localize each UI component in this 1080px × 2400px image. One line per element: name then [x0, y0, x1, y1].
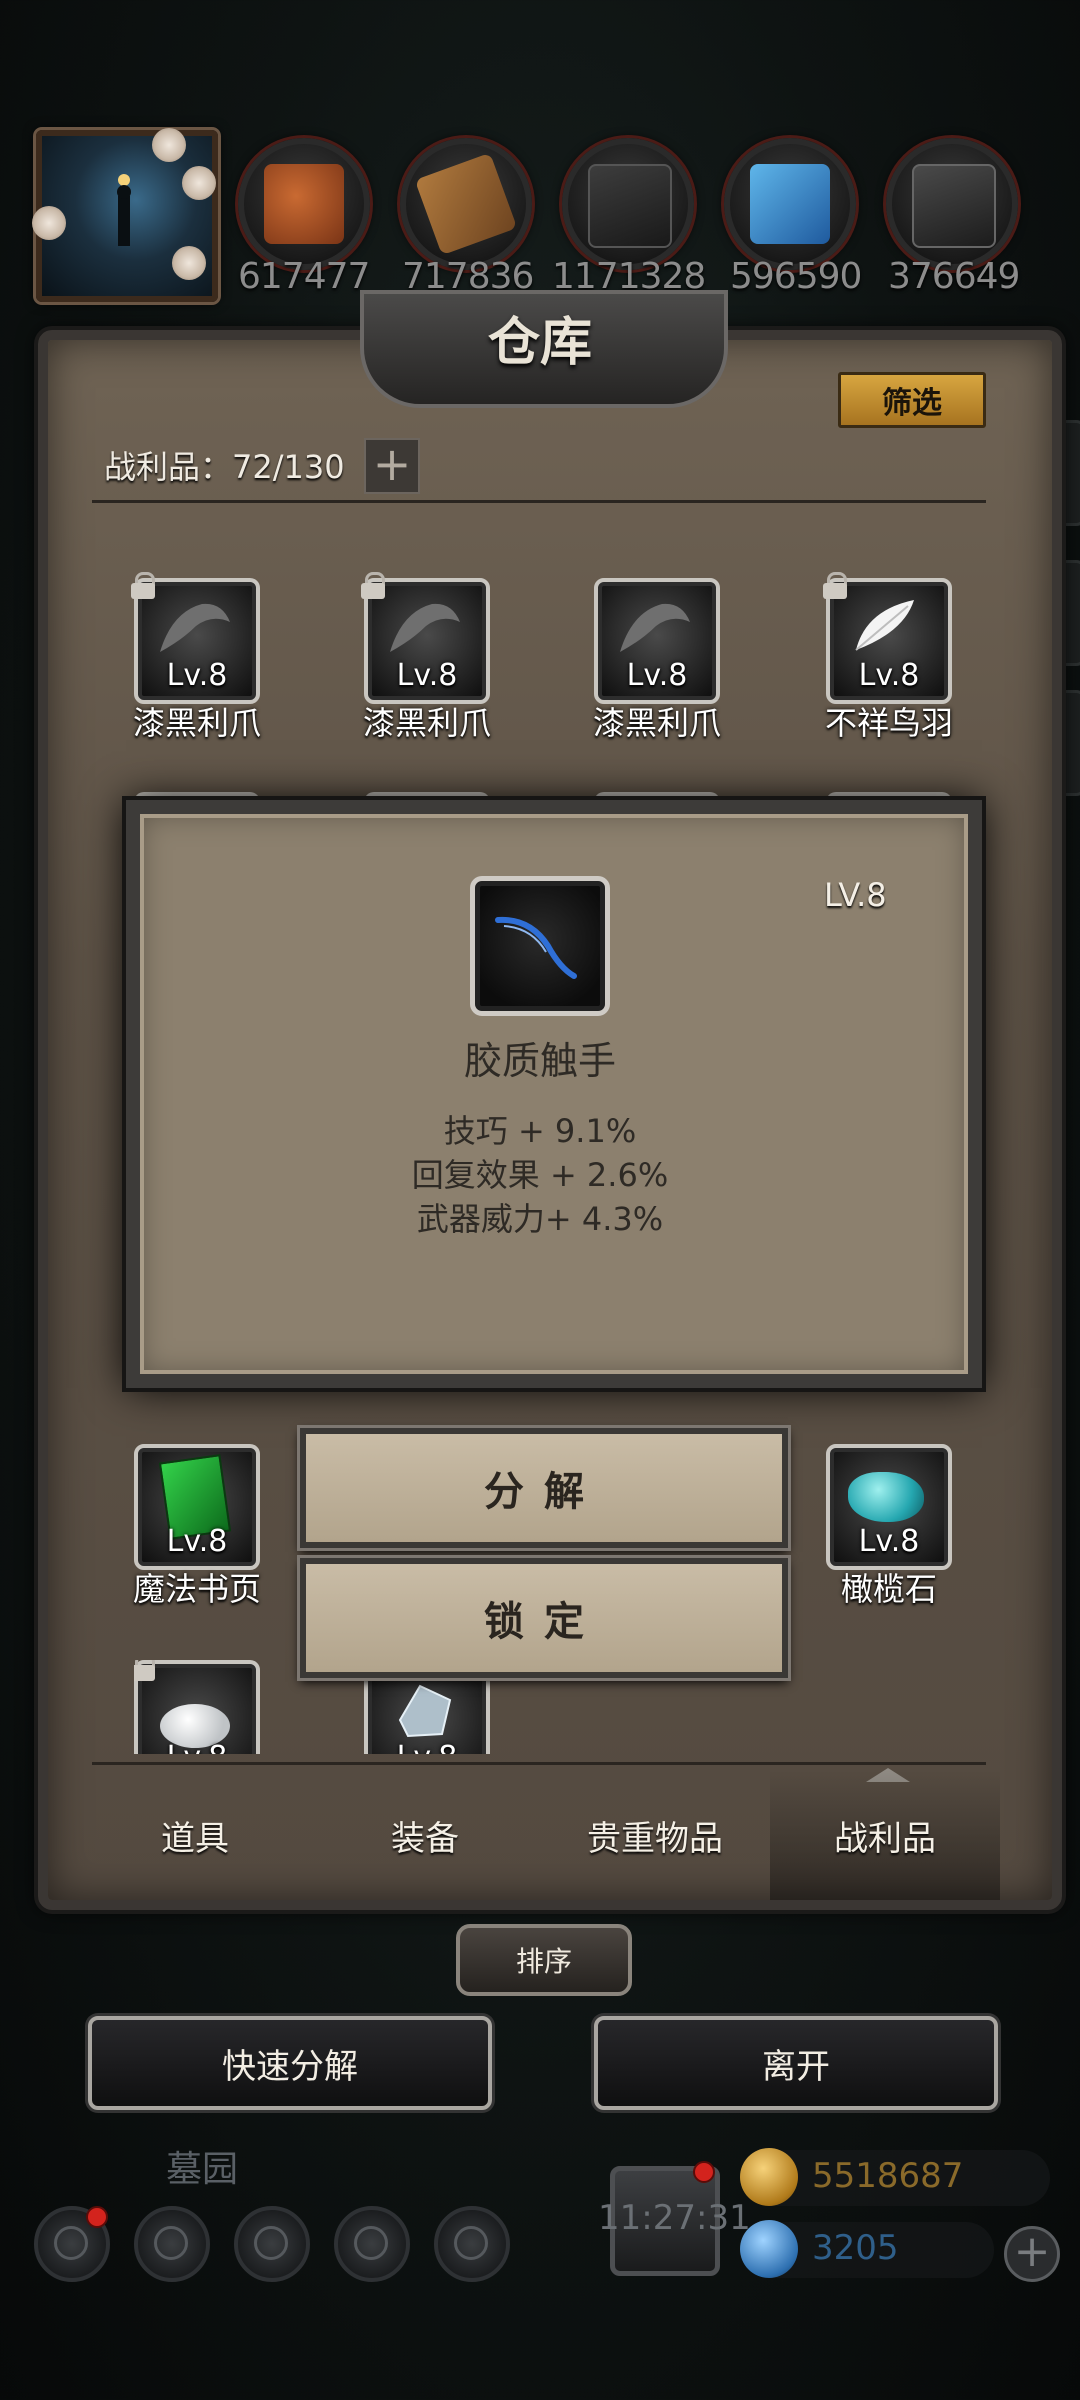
resource-iron[interactable] [562, 138, 694, 270]
gem-value: 3205 [812, 2228, 899, 2268]
gem-counter: 3205 [740, 2220, 994, 2278]
divider [92, 500, 986, 503]
item-level: Lv.8 [166, 1524, 228, 1559]
gold-value: 5518687 [812, 2156, 964, 2196]
item-level: Lv.8 [134, 1740, 260, 1754]
lock-icon [822, 572, 848, 600]
divider [92, 1762, 986, 1765]
leave-button[interactable]: 离开 [594, 2016, 998, 2110]
gem-icon [740, 2220, 798, 2278]
item-level: Lv.8 [858, 1524, 920, 1559]
expand-capacity-button[interactable]: + [364, 438, 420, 494]
resource-value-steel: 376649 [888, 256, 1020, 297]
item-name: 橄榄石 [840, 1570, 937, 1608]
item-level: Lv.8 [166, 658, 228, 693]
resource-crystal[interactable] [724, 138, 856, 270]
disassemble-button[interactable]: 分解 [300, 1428, 788, 1548]
resource-wood[interactable] [400, 138, 532, 270]
item-name: 漆黑利爪 [132, 704, 261, 742]
category-tabs: 道具 装备 贵重物品 战利品 [80, 1770, 1000, 1900]
codex-icon[interactable] [234, 2206, 310, 2282]
claw-icon [160, 603, 230, 652]
sort-button[interactable]: 排序 [456, 1924, 632, 1996]
popup-stat: 武器威力+ 4.3% [416, 1200, 664, 1238]
loot-item[interactable]: Lv.8 漆黑利爪 [593, 578, 721, 742]
crystal-icon [750, 164, 830, 244]
item-name: 不祥鸟羽 [824, 704, 953, 742]
gold-counter: 5518687 [740, 2148, 1050, 2206]
item-level: Lv.8 [364, 1740, 490, 1754]
clock-display: 11:27:31 [598, 2198, 751, 2238]
panel-title: 仓库 [487, 312, 592, 373]
item-level: Lv.8 [396, 658, 458, 693]
resource-value-crystal: 596590 [730, 256, 862, 297]
tentacle-icon [495, 916, 577, 979]
item-name: 漆黑利爪 [362, 704, 491, 742]
claw-icon [390, 603, 460, 652]
lock-icon [134, 1660, 156, 1682]
tab-valuables[interactable]: 贵重物品 [540, 1770, 770, 1900]
gold-coin-icon [740, 2148, 798, 2206]
achievement-icon[interactable] [134, 2206, 210, 2282]
popup-item-slot [470, 876, 610, 1016]
popup-stat: 技巧 + 9.1% [443, 1112, 637, 1150]
popup-stat: 回复效果 + 2.6% [411, 1156, 669, 1194]
resource-value-leather: 617477 [238, 256, 370, 297]
loot-count: 战利品：72/130 [104, 448, 345, 486]
settings-icon[interactable] [34, 2206, 110, 2282]
item-name: 漆黑利爪 [592, 704, 721, 742]
item-level: Lv.8 [858, 658, 920, 693]
tab-equipment[interactable]: 装备 [310, 1770, 540, 1900]
add-gems-button[interactable]: + [1004, 2226, 1060, 2282]
feather-icon [855, 600, 914, 651]
claw-icon [620, 603, 690, 652]
filter-button[interactable]: 筛选 [838, 372, 986, 428]
loot-item[interactable]: Lv.8 不祥鸟羽 [823, 572, 953, 742]
popup-item-name: 胶质触手 [463, 1039, 616, 1083]
leather-icon [264, 164, 344, 244]
loot-item[interactable]: Lv.8 魔法书页 [133, 1444, 261, 1608]
tab-loot[interactable]: 战利品 [770, 1770, 1000, 1900]
loot-item[interactable]: Lv.8 [134, 1660, 260, 1754]
loot-item[interactable]: Lv.8 漆黑利爪 [361, 572, 491, 742]
wood-icon [414, 152, 518, 256]
lock-icon [360, 572, 386, 600]
item-level: Lv.8 [626, 658, 688, 693]
loot-item[interactable]: Lv.8 漆黑利爪 [131, 572, 261, 742]
mail-icon[interactable] [334, 2206, 410, 2282]
player-portrait[interactable] [32, 128, 218, 302]
item-name: 魔法书页 [132, 1570, 261, 1608]
scene-name: 墓园 [166, 2149, 239, 2190]
steel-icon [912, 164, 996, 248]
resource-leather[interactable] [238, 138, 370, 270]
lock-button[interactable]: 锁定 [300, 1558, 788, 1678]
olivine-icon [848, 1472, 924, 1522]
tab-items[interactable]: 道具 [80, 1770, 310, 1900]
quick-disassemble-button[interactable]: 快速分解 [88, 2016, 492, 2110]
iron-icon [588, 164, 672, 248]
lock-icon [130, 572, 156, 600]
crystal-shard-icon [398, 1684, 452, 1738]
loot-item[interactable]: Lv.8 橄榄石 [826, 1444, 952, 1608]
popup-item-level: LV.8 [824, 876, 887, 914]
resource-steel[interactable] [886, 138, 1018, 270]
map-icon[interactable] [434, 2206, 510, 2282]
